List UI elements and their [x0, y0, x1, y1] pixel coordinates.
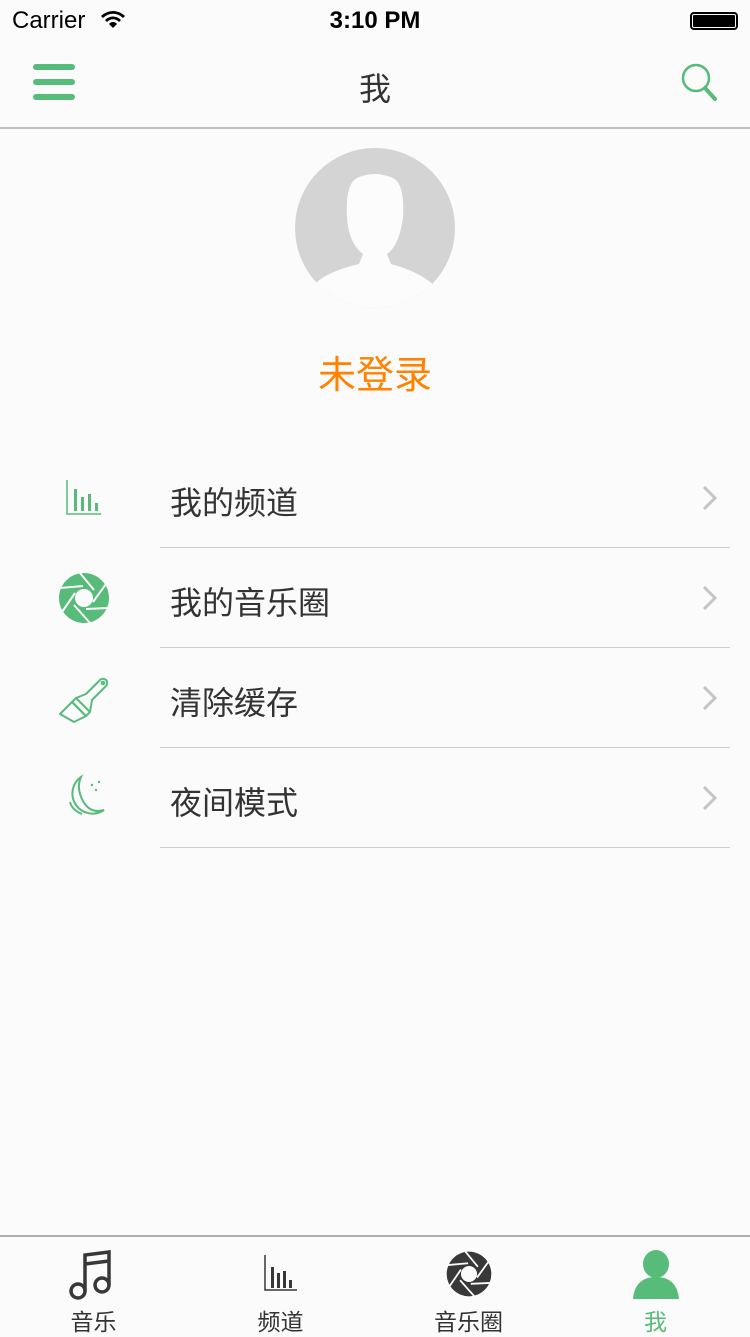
menu-item-label: 我的频道	[170, 484, 299, 522]
divider	[160, 847, 730, 848]
avatar[interactable]	[295, 148, 455, 308]
tab-label: 我	[644, 1310, 667, 1336]
aperture-icon	[59, 572, 109, 624]
tab-music-circle[interactable]: 音乐圈	[375, 1237, 562, 1336]
chevron-right-icon	[702, 785, 718, 811]
menu-item-label: 我的音乐圈	[170, 584, 331, 622]
brush-icon	[59, 677, 109, 723]
tab-me[interactable]: 我	[562, 1237, 749, 1336]
aperture-icon	[446, 1251, 491, 1297]
tab-label: 音乐	[70, 1310, 117, 1336]
chevron-right-icon	[702, 585, 718, 611]
status-bar: Carrier 3:10 PM	[0, 0, 750, 40]
menu-item-my-music-circle[interactable]: 我的音乐圈	[0, 548, 750, 648]
menu-item-label: 清除缓存	[170, 684, 299, 722]
bar-chart-icon	[263, 1255, 297, 1291]
person-icon	[632, 1250, 679, 1299]
menu-item-night-mode[interactable]: 夜间模式	[0, 748, 750, 848]
bar-chart-icon	[66, 480, 101, 515]
tab-label: 频道	[257, 1310, 304, 1336]
username-login-prompt[interactable]: 未登录	[0, 344, 750, 399]
nav-bar: 我	[0, 40, 750, 129]
person-silhouette-icon	[313, 174, 437, 308]
page-title: 我	[358, 70, 391, 108]
tab-music[interactable]: 音乐	[0, 1237, 187, 1336]
tab-label: 音乐圈	[434, 1310, 503, 1336]
music-note-icon	[68, 1250, 111, 1300]
battery-icon	[690, 12, 738, 30]
tab-bar: 音乐 频道 音乐圈 我	[0, 1235, 750, 1336]
menu-item-my-channels[interactable]: 我的频道	[0, 448, 750, 548]
clock: 3:10 PM	[329, 7, 421, 34]
menu-item-clear-cache[interactable]: 清除缓存	[0, 648, 750, 748]
search-icon[interactable]	[680, 62, 720, 104]
chevron-right-icon	[702, 485, 718, 511]
moon-icon	[69, 774, 105, 815]
chevron-right-icon	[702, 685, 718, 711]
tab-channels[interactable]: 频道	[187, 1237, 374, 1336]
menu-item-label: 夜间模式	[170, 784, 299, 822]
